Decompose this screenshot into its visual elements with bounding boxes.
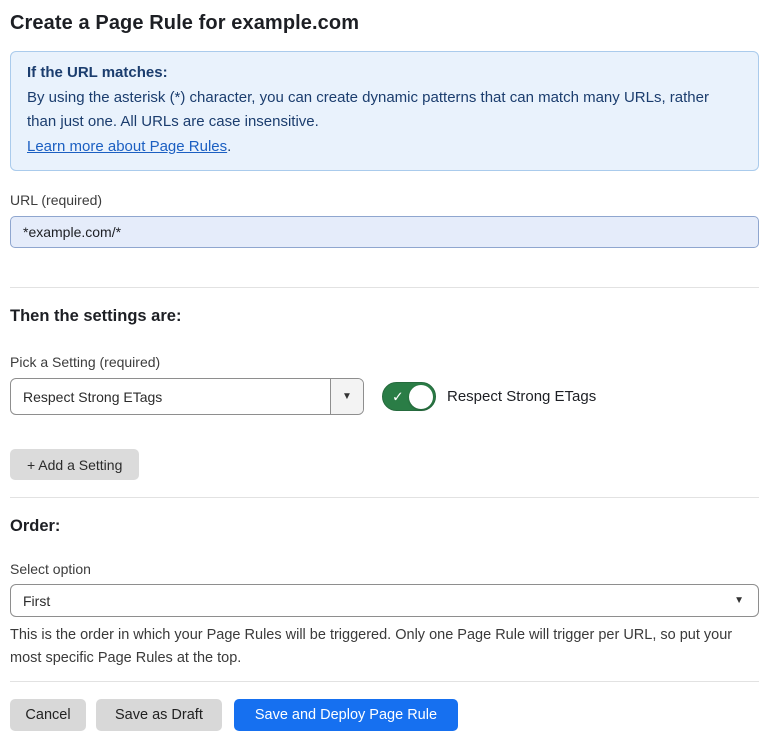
check-icon: ✓: [392, 388, 404, 405]
setting-dropdown-value: Respect Strong ETags: [11, 379, 330, 414]
info-box-link-line: Learn more about Page Rules.: [27, 135, 742, 160]
link-period: .: [227, 138, 231, 155]
settings-section-heading: Then the settings are:: [10, 307, 759, 326]
divider: [10, 497, 759, 498]
respect-strong-etags-toggle[interactable]: ✓: [382, 382, 436, 411]
order-select-label: Select option: [10, 561, 759, 577]
add-setting-button[interactable]: + Add a Setting: [10, 449, 139, 480]
url-matches-info-box: If the URL matches: By using the asteris…: [10, 51, 759, 171]
save-as-draft-button[interactable]: Save as Draft: [96, 699, 222, 731]
toggle-knob: [409, 385, 433, 409]
setting-dropdown-arrow-button[interactable]: ▼: [330, 379, 363, 414]
setting-row: Respect Strong ETags ▼ ✓ Respect Strong …: [10, 378, 759, 415]
url-field-label: URL (required): [10, 192, 759, 208]
page-title: Create a Page Rule for example.com: [10, 0, 759, 35]
footer-actions: Cancel Save as Draft Save and Deploy Pag…: [10, 699, 759, 731]
cancel-button[interactable]: Cancel: [10, 699, 86, 731]
info-box-body: By using the asterisk (*) character, you…: [27, 86, 742, 135]
setting-dropdown[interactable]: Respect Strong ETags ▼: [10, 378, 364, 415]
save-and-deploy-button[interactable]: Save and Deploy Page Rule: [234, 699, 458, 731]
learn-more-link[interactable]: Learn more about Page Rules: [27, 138, 227, 155]
divider: [10, 681, 759, 682]
info-box-heading: If the URL matches:: [27, 61, 742, 86]
chevron-down-icon: ▼: [342, 392, 352, 402]
create-page-rule-panel: Create a Page Rule for example.com If th…: [0, 0, 769, 731]
chevron-down-icon: ▼: [734, 596, 744, 606]
order-help-text: This is the order in which your Page Rul…: [10, 624, 755, 669]
url-input[interactable]: [10, 216, 759, 248]
order-dropdown-value: First: [23, 593, 50, 609]
order-section-heading: Order:: [10, 517, 759, 536]
toggle-label: Respect Strong ETags: [447, 388, 596, 405]
divider: [10, 287, 759, 288]
order-dropdown[interactable]: First ▼: [10, 584, 759, 617]
pick-setting-label: Pick a Setting (required): [10, 354, 759, 370]
